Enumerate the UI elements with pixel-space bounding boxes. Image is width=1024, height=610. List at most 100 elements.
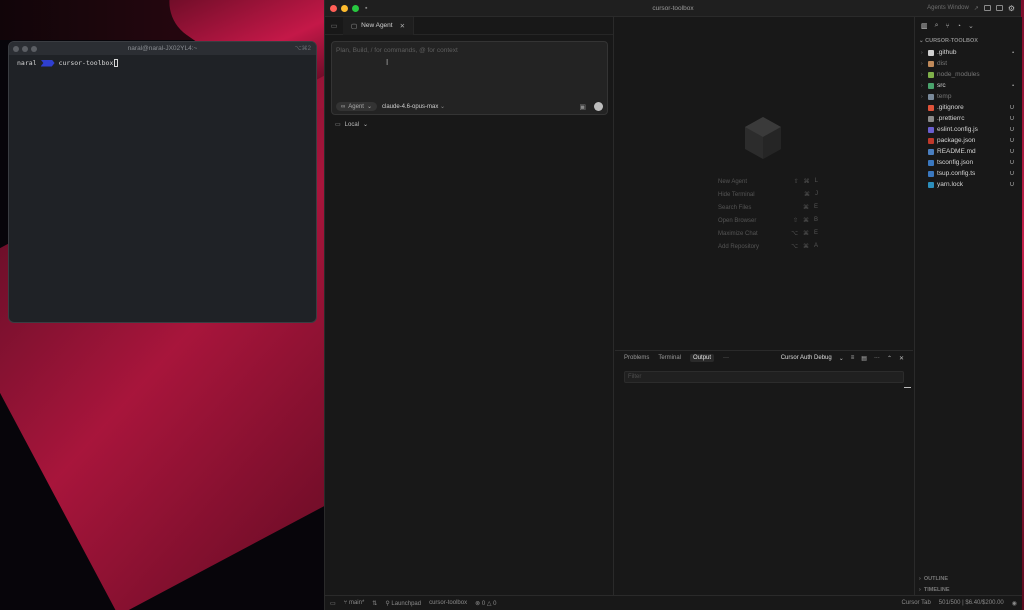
git-status-badge: U bbox=[1010, 115, 1014, 122]
terminal-titlebar[interactable]: naral@naral-JX02YL4:~ ⌥⌘2 bbox=[9, 42, 316, 55]
text-cursor bbox=[114, 59, 119, 67]
maximize-panel-icon[interactable]: ⌃ bbox=[887, 355, 892, 362]
source-control-icon[interactable]: ⑂ bbox=[946, 23, 950, 30]
remote-icon[interactable]: ▭ bbox=[330, 600, 336, 607]
monitor-icon: ▭ bbox=[335, 122, 341, 128]
branch-label: main* bbox=[348, 600, 365, 606]
agent-composer[interactable]: Plan, Build, / for commands, @ for conte… bbox=[331, 41, 608, 115]
files-icon[interactable]: ▥ bbox=[921, 22, 928, 30]
filter-input[interactable]: Filter bbox=[624, 371, 904, 383]
tree-file[interactable]: tsup.config.ts U bbox=[915, 168, 1022, 179]
terminal-window[interactable]: naral@naral-JX02YL4:~ ⌥⌘2 naral cursor-t… bbox=[8, 41, 317, 323]
bell-icon[interactable]: ◉ bbox=[1012, 600, 1017, 607]
usage-label[interactable]: 501/500 | $6.40/$200.00 bbox=[939, 600, 1004, 606]
chevron-right-icon: › bbox=[919, 575, 921, 582]
file-icon bbox=[928, 115, 934, 122]
ide-window[interactable]: ▪ cursor-toolbox Agents Window ↗ ⚙ ▭ ▢ N… bbox=[324, 0, 1022, 610]
git-status-badge: U bbox=[1010, 148, 1014, 155]
shortcut-row[interactable]: Add Repository ⌥ ⌘ A bbox=[718, 240, 818, 253]
tree-file[interactable]: README.md U bbox=[915, 146, 1022, 157]
minimize-button[interactable] bbox=[341, 4, 348, 12]
branch-item[interactable]: ⑂ main* bbox=[344, 600, 365, 606]
tree-file[interactable]: package.json U bbox=[915, 135, 1022, 146]
voice-button[interactable] bbox=[594, 102, 603, 111]
location-selector[interactable]: ▭ Local ⌄ bbox=[335, 121, 368, 129]
chevron-right-icon: › bbox=[921, 71, 923, 78]
repo-label[interactable]: cursor-toolbox bbox=[429, 600, 467, 606]
tab-new-agent[interactable]: ▢ New Agent ✕ bbox=[343, 16, 415, 35]
clear-output-icon[interactable]: ≡ bbox=[851, 355, 855, 361]
tab-problems[interactable]: Problems bbox=[624, 355, 649, 361]
tree-file[interactable]: eslint.config.js U bbox=[915, 124, 1022, 135]
ide-titlebar[interactable]: ▪ cursor-toolbox Agents Window ↗ ⚙ bbox=[325, 0, 1021, 17]
prompt-user: naral bbox=[17, 59, 37, 67]
tree-folder[interactable]: › temp bbox=[915, 91, 1022, 102]
chevron-down-icon[interactable]: ⌄ bbox=[968, 22, 974, 30]
window-title: cursor-toolbox bbox=[652, 4, 694, 12]
output-channel-select[interactable]: Cursor Auth Debug bbox=[781, 355, 832, 361]
shortcut-key: J bbox=[815, 191, 818, 197]
tab-output[interactable]: Output bbox=[690, 354, 715, 362]
terminal-prompt[interactable]: naral cursor-toolbox bbox=[9, 55, 316, 71]
tree-folder[interactable]: › .github • bbox=[915, 47, 1022, 58]
mouse-ibeam-cursor: I bbox=[386, 58, 389, 67]
model-selector[interactable]: claude-4.6-opus-max ⌄ bbox=[382, 103, 445, 110]
shortcut-row[interactable]: Search Files ⌘ E bbox=[718, 201, 818, 214]
close-panel-icon[interactable]: ✕ bbox=[899, 355, 904, 362]
more-tabs-button[interactable]: ··· bbox=[723, 355, 729, 361]
tab-terminal[interactable]: Terminal bbox=[658, 355, 681, 361]
tree-folder[interactable]: › src • bbox=[915, 80, 1022, 91]
launchpad-item[interactable]: ⚲ Launchpad bbox=[385, 600, 421, 607]
file-icon bbox=[928, 104, 934, 111]
tree-folder[interactable]: › node_modules bbox=[915, 69, 1022, 80]
chat-icon[interactable]: ▪ bbox=[365, 5, 367, 12]
composer-input[interactable]: Plan, Build, / for commands, @ for conte… bbox=[336, 47, 458, 54]
problems-item[interactable]: ⊗ 0 △ 0 bbox=[475, 600, 496, 607]
agents-window-link[interactable]: Agents Window bbox=[927, 5, 969, 11]
lock-icon[interactable]: ▤ bbox=[861, 355, 867, 362]
shortcut-row[interactable]: New Agent ⇧ ⌘ L bbox=[718, 175, 818, 188]
shortcut-key: A bbox=[813, 243, 818, 249]
more-actions-icon[interactable]: ··· bbox=[874, 355, 880, 361]
gear-icon[interactable]: ⚙ bbox=[1008, 4, 1015, 13]
shortcut-row[interactable]: Open Browser ⇧ ⌘ B bbox=[718, 214, 818, 227]
tree-item-label: .github bbox=[937, 49, 957, 56]
mode-label: Agent bbox=[348, 103, 364, 110]
outline-section[interactable]: › OUTLINE bbox=[915, 573, 1022, 584]
chevron-down-icon[interactable]: ⌄ bbox=[839, 355, 844, 362]
tree-file[interactable]: tsconfig.json U bbox=[915, 157, 1022, 168]
sync-icon[interactable]: ⇅ bbox=[372, 600, 377, 607]
shortcut-label: Maximize Chat bbox=[718, 230, 758, 237]
cursor-tab-label[interactable]: Cursor Tab bbox=[902, 600, 931, 606]
chat-bubble-icon: ▢ bbox=[351, 22, 358, 30]
shortcut-key: ⇧ bbox=[793, 179, 799, 185]
git-status-badge: U bbox=[1010, 170, 1014, 177]
timeline-section[interactable]: › TIMELINE bbox=[915, 584, 1022, 595]
sidebar-toggle-icon[interactable]: ▭ bbox=[325, 22, 343, 30]
timeline-label: TIMELINE bbox=[923, 586, 950, 593]
tree-item-label: src bbox=[937, 82, 946, 89]
file-icon bbox=[928, 181, 934, 188]
zoom-button[interactable] bbox=[352, 4, 359, 12]
toggle-sidebar-icon[interactable] bbox=[995, 5, 1003, 11]
chevron-right-icon: › bbox=[921, 60, 923, 67]
mode-selector[interactable]: ∞ Agent ⌄ bbox=[336, 102, 377, 111]
editor-empty-state: New Agent ⇧ ⌘ L Hide Terminal ⌘ J Search Files ⌘… bbox=[615, 17, 913, 351]
location-label: Local bbox=[344, 121, 360, 128]
search-icon[interactable]: ⌕ bbox=[935, 22, 939, 30]
shortcut-row[interactable]: Maximize Chat ⌥ ⌘ E bbox=[718, 227, 818, 240]
shortcut-label: New Agent bbox=[718, 178, 748, 185]
explorer-header[interactable]: ⌄ CURSOR-TOOLBOX bbox=[915, 35, 1022, 47]
tree-file[interactable]: yarn.lock U bbox=[915, 179, 1022, 190]
shortcut-row[interactable]: Hide Terminal ⌘ J bbox=[718, 188, 818, 201]
toggle-panel-icon[interactable] bbox=[983, 5, 991, 11]
file-icon bbox=[928, 137, 934, 144]
file-icon bbox=[928, 159, 934, 166]
tree-file[interactable]: .prettierrc U bbox=[915, 113, 1022, 124]
history-icon[interactable]: ◔ bbox=[957, 23, 961, 30]
close-button[interactable] bbox=[330, 4, 337, 12]
tree-file[interactable]: .gitignore U bbox=[915, 102, 1022, 113]
tree-folder[interactable]: › dist bbox=[915, 58, 1022, 69]
image-icon[interactable]: ▣ bbox=[579, 103, 586, 111]
close-icon[interactable]: ✕ bbox=[400, 22, 405, 30]
